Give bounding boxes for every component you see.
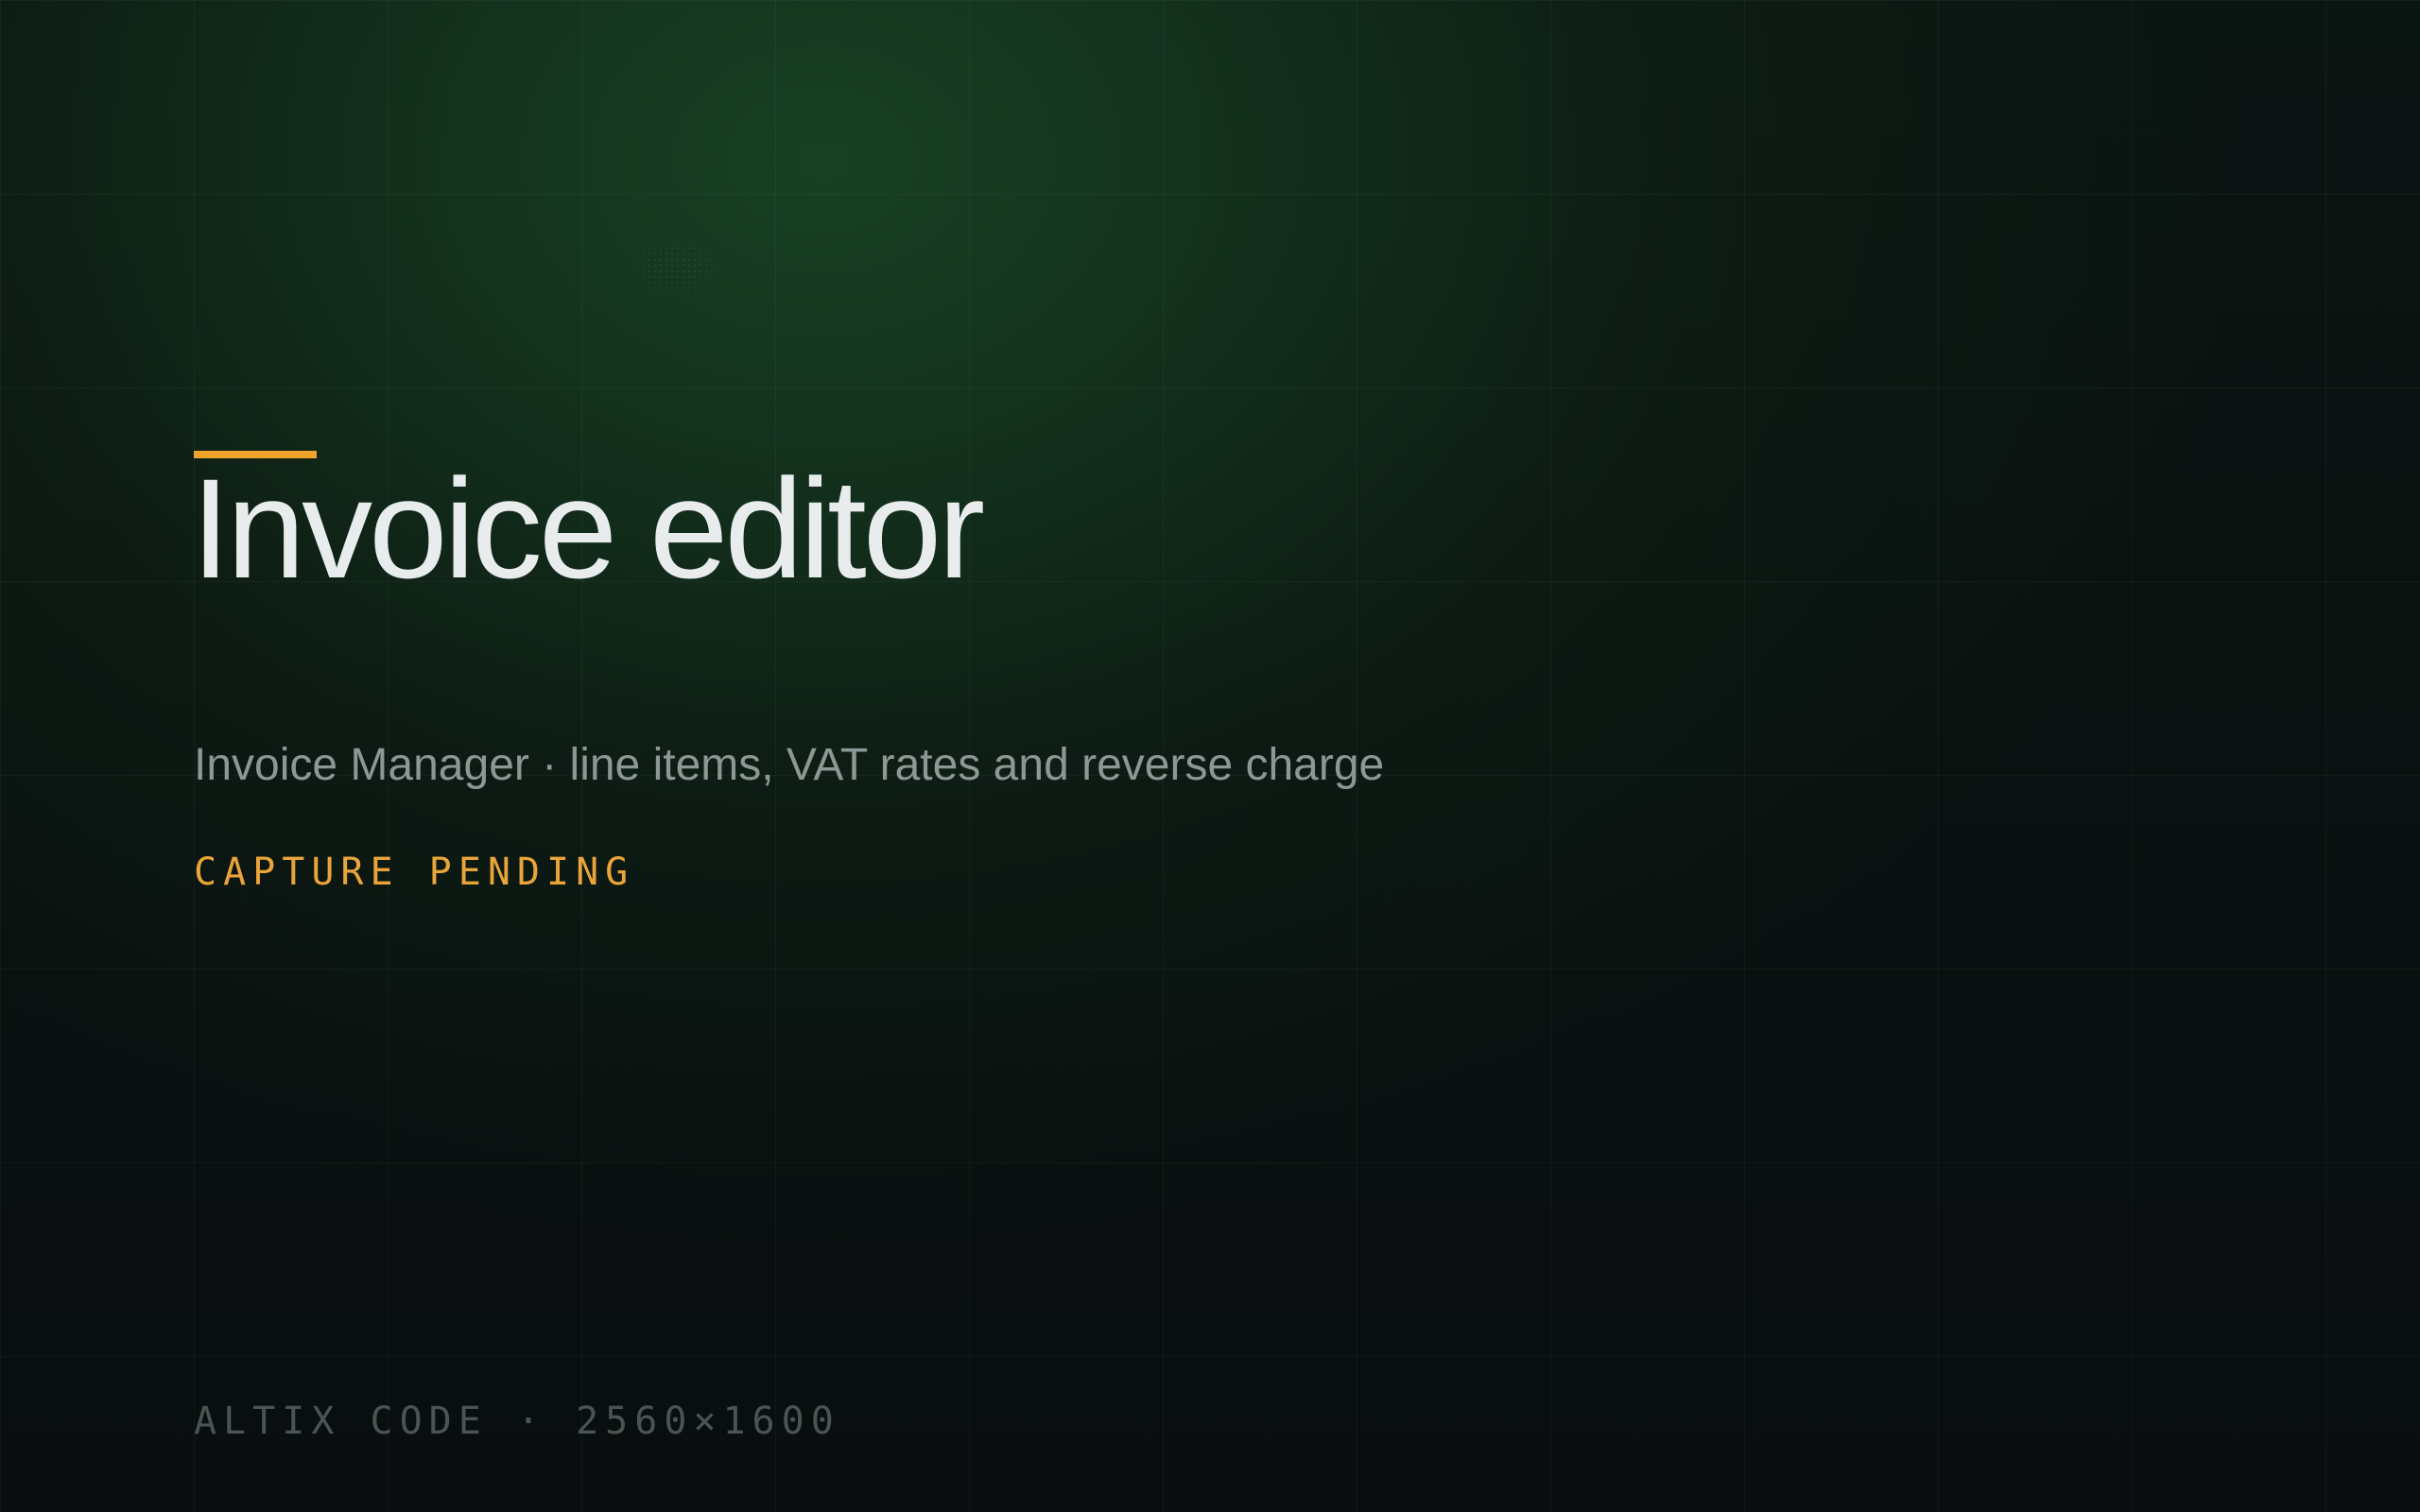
status-label: CAPTURE PENDING xyxy=(194,850,635,894)
footer-caption: ALTIX CODE · 2560×1600 xyxy=(194,1400,840,1443)
page-subtitle: Invoice Manager · line items, VAT rates … xyxy=(194,740,1385,790)
dot-texture xyxy=(624,234,728,301)
placeholder-screen: Invoice editor Invoice Manager · line it… xyxy=(0,0,2420,1512)
page-title: Invoice editor xyxy=(191,449,985,608)
